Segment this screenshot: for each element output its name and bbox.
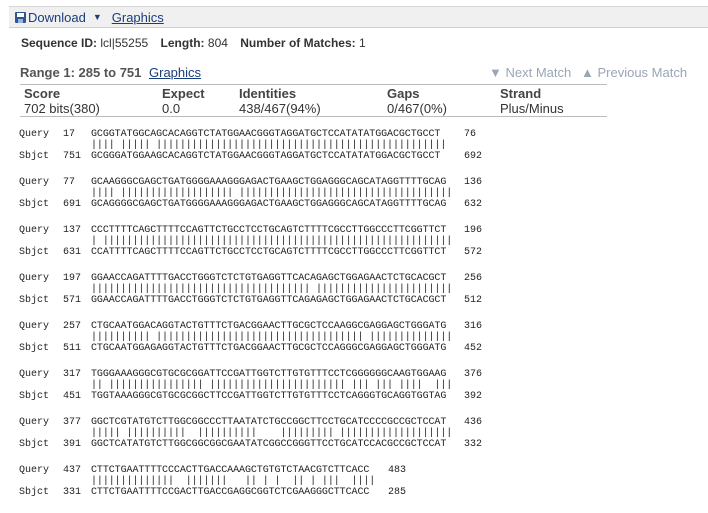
query-label: Query (19, 417, 50, 428)
sequence-id-label: Sequence ID: (21, 36, 98, 50)
subject-start: 631 (63, 247, 82, 258)
subject-sequence: GCGGGATGGAAGCACAGGTCTATGGAACGGGTAGGATGCT… (91, 151, 441, 162)
next-match-link[interactable]: ▼ Next Match (489, 65, 571, 80)
gaps-label: Gaps (387, 86, 420, 101)
alignment-stats: Score 702 bits(380) Expect 0.0 Identitie… (20, 84, 607, 117)
subject-label: Sbjct (19, 439, 50, 450)
score-label: Score (24, 86, 61, 101)
subject-start: 751 (63, 151, 82, 162)
query-start: 317 (63, 369, 82, 380)
subject-start: 691 (63, 199, 82, 210)
gaps-value: 0/467(0%) (387, 101, 447, 116)
download-button[interactable]: Download (28, 10, 86, 25)
subject-end: 452 (464, 343, 483, 354)
chevron-down-icon[interactable]: ▼ (93, 12, 102, 22)
expect-value: 0.0 (162, 101, 181, 116)
matches-label: Number of Matches: (240, 36, 356, 50)
previous-match-link[interactable]: ▲ Previous Match (581, 65, 687, 80)
query-end: 436 (464, 417, 483, 428)
query-start: 197 (63, 273, 82, 284)
subject-start: 511 (63, 343, 82, 354)
subject-start: 391 (63, 439, 82, 450)
query-label: Query (19, 321, 50, 332)
identities-label: Identities (239, 86, 297, 101)
identities-stat: Identities 438/467(94%) (239, 86, 321, 116)
score-value: 702 bits(380) (24, 101, 100, 116)
subject-end: 332 (464, 439, 483, 450)
subject-end: 632 (464, 199, 483, 210)
query-label: Query (19, 369, 50, 380)
subject-end: 392 (464, 391, 483, 402)
graphics-link[interactable]: Graphics (112, 10, 164, 25)
query-start: 377 (63, 417, 82, 428)
score-stat: Score 702 bits(380) (24, 86, 100, 116)
query-start: 17 (63, 129, 76, 140)
subject-sequence: GGAACCAGATTTTGACCTGGGTCTCTGTGAGGTTCAGAGA… (91, 295, 447, 306)
query-start: 77 (63, 177, 76, 188)
sequence-info: Sequence ID: lcl|55255 Length: 804 Numbe… (21, 36, 375, 50)
query-start: 437 (63, 465, 82, 476)
subject-sequence: GCAGGGGCGAGCTGATGGGGAAAGGGAGACTGAAGCTGGA… (91, 199, 447, 210)
subject-start: 571 (63, 295, 82, 306)
query-label: Query (19, 129, 50, 140)
range-graphics-link[interactable]: Graphics (149, 65, 201, 80)
subject-sequence: GGCTCATATGTCTTGGCGGCGGCGAATATCGGCCGGGTTC… (91, 439, 447, 450)
query-label: Query (19, 177, 50, 188)
subject-label: Sbjct (19, 391, 50, 402)
strand-stat: Strand Plus/Minus (500, 86, 564, 116)
subject-end: 285 (388, 487, 407, 498)
query-end: 136 (464, 177, 483, 188)
subject-end: 512 (464, 295, 483, 306)
query-label: Query (19, 273, 50, 284)
subject-end: 572 (464, 247, 483, 258)
query-end: 196 (464, 225, 483, 236)
subject-start: 331 (63, 487, 82, 498)
length-value: 804 (207, 36, 228, 50)
subject-label: Sbjct (19, 295, 50, 306)
expect-label: Expect (162, 86, 205, 101)
subject-label: Sbjct (19, 199, 50, 210)
subject-label: Sbjct (19, 247, 50, 258)
subject-sequence: CCATTTTCAGCTTTTCCAGTTCTGCCTCCTGCAGTCTTTT… (91, 247, 447, 258)
query-end: 483 (388, 465, 407, 476)
query-start: 137 (63, 225, 82, 236)
query-end: 76 (464, 129, 477, 140)
identities-value: 438/467(94%) (239, 101, 321, 116)
expect-stat: Expect 0.0 (162, 86, 205, 116)
query-label: Query (19, 225, 50, 236)
toolbar: Download ▼ Graphics (9, 6, 708, 28)
subject-label: Sbjct (19, 151, 50, 162)
query-end: 256 (464, 273, 483, 284)
subject-sequence: TGGTAAAGGGCGTGCGCGGCTTCCGATTGGTCTTGTGTTT… (91, 391, 447, 402)
subject-label: Sbjct (19, 343, 50, 354)
matches-value: 1 (358, 36, 366, 50)
download-icon[interactable] (15, 11, 26, 23)
query-end: 316 (464, 321, 483, 332)
query-end: 376 (464, 369, 483, 380)
subject-sequence: CTGCAATGGAGAGGTACTGTTTCTGACGGAACTTGCGCTC… (91, 343, 447, 354)
strand-label: Strand (500, 86, 542, 101)
subject-label: Sbjct (19, 487, 50, 498)
length-label: Length: (160, 36, 205, 50)
query-start: 257 (63, 321, 82, 332)
sequence-id-value: lcl|55255 (100, 36, 149, 50)
gaps-stat: Gaps 0/467(0%) (387, 86, 447, 116)
strand-value: Plus/Minus (500, 101, 564, 116)
subject-end: 692 (464, 151, 483, 162)
subject-start: 451 (63, 391, 82, 402)
subject-sequence: CTTCTGAATTTTCCGACTTGACCGAGGCGGTCTCGAAGGG… (91, 487, 370, 498)
range-label: Range 1: 285 to 751 (20, 65, 142, 80)
query-label: Query (19, 465, 50, 476)
range-header: Range 1: 285 to 751 Graphics (20, 65, 201, 80)
